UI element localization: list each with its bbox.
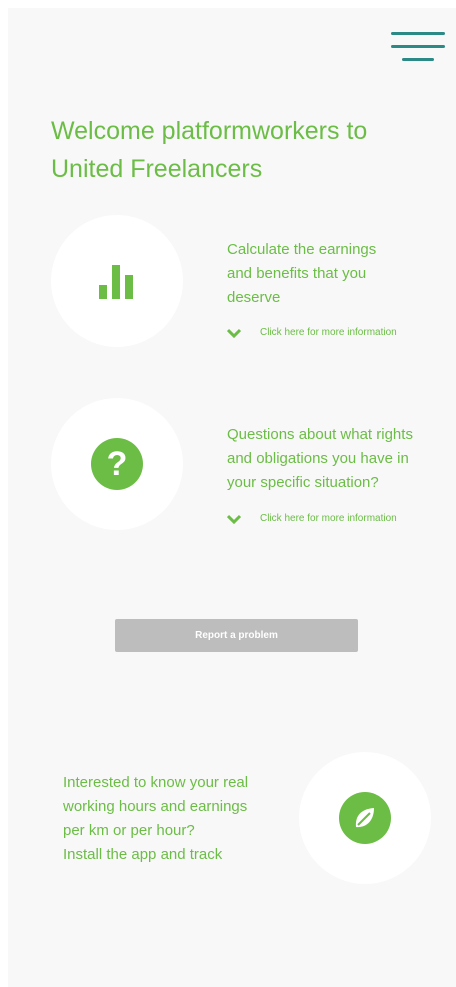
- menu-line: [391, 32, 445, 35]
- tracker-text: Interested to know your real working hou…: [63, 771, 303, 867]
- chevron-down-icon: [227, 514, 241, 524]
- rights-text-line: Questions about what rights: [227, 426, 413, 443]
- title-line-2: United Freelancers: [51, 155, 263, 183]
- tracker-text-line: per km or per hour?: [63, 822, 195, 839]
- menu-line: [402, 58, 434, 61]
- tracker-text-line: Interested to know your real: [63, 774, 249, 791]
- rights-more-info-link[interactable]: Click here for more information: [227, 513, 397, 524]
- compass-leaf-icon: [339, 792, 391, 844]
- tracker-text-line: Install the app and track: [63, 846, 223, 863]
- earnings-more-info-link[interactable]: Click here for more information: [227, 327, 397, 338]
- rights-text-line: your specific situation?: [227, 474, 379, 491]
- question-mark-icon: ?: [91, 438, 143, 490]
- earnings-circle[interactable]: [51, 215, 183, 347]
- tracker-text-line: working hours and earnings: [63, 798, 248, 815]
- hamburger-menu-icon[interactable]: [391, 32, 445, 66]
- earnings-text-line: deserve: [227, 289, 281, 306]
- tracker-circle[interactable]: [299, 752, 431, 884]
- chevron-down-icon: [227, 328, 241, 338]
- app-screen: Welcome platformworkers to United Freela…: [8, 8, 456, 987]
- page-title: Welcome platformworkers to United Freela…: [51, 112, 421, 188]
- more-info-label: Click here for more information: [260, 513, 397, 524]
- rights-circle[interactable]: ?: [51, 398, 183, 530]
- title-line-1: Welcome platformworkers to: [51, 117, 368, 145]
- report-problem-button[interactable]: Report a problem: [115, 619, 358, 652]
- earnings-text: Calculate the earnings and benefits that…: [227, 238, 427, 310]
- rights-text-line: and obligations you have in: [227, 450, 409, 467]
- earnings-text-line: and benefits that you: [227, 265, 367, 282]
- earnings-text-line: Calculate the earnings: [227, 241, 377, 258]
- bar-chart-icon: [91, 255, 143, 307]
- menu-line: [391, 45, 445, 48]
- rights-text: Questions about what rights and obligati…: [227, 423, 437, 495]
- more-info-label: Click here for more information: [260, 327, 397, 338]
